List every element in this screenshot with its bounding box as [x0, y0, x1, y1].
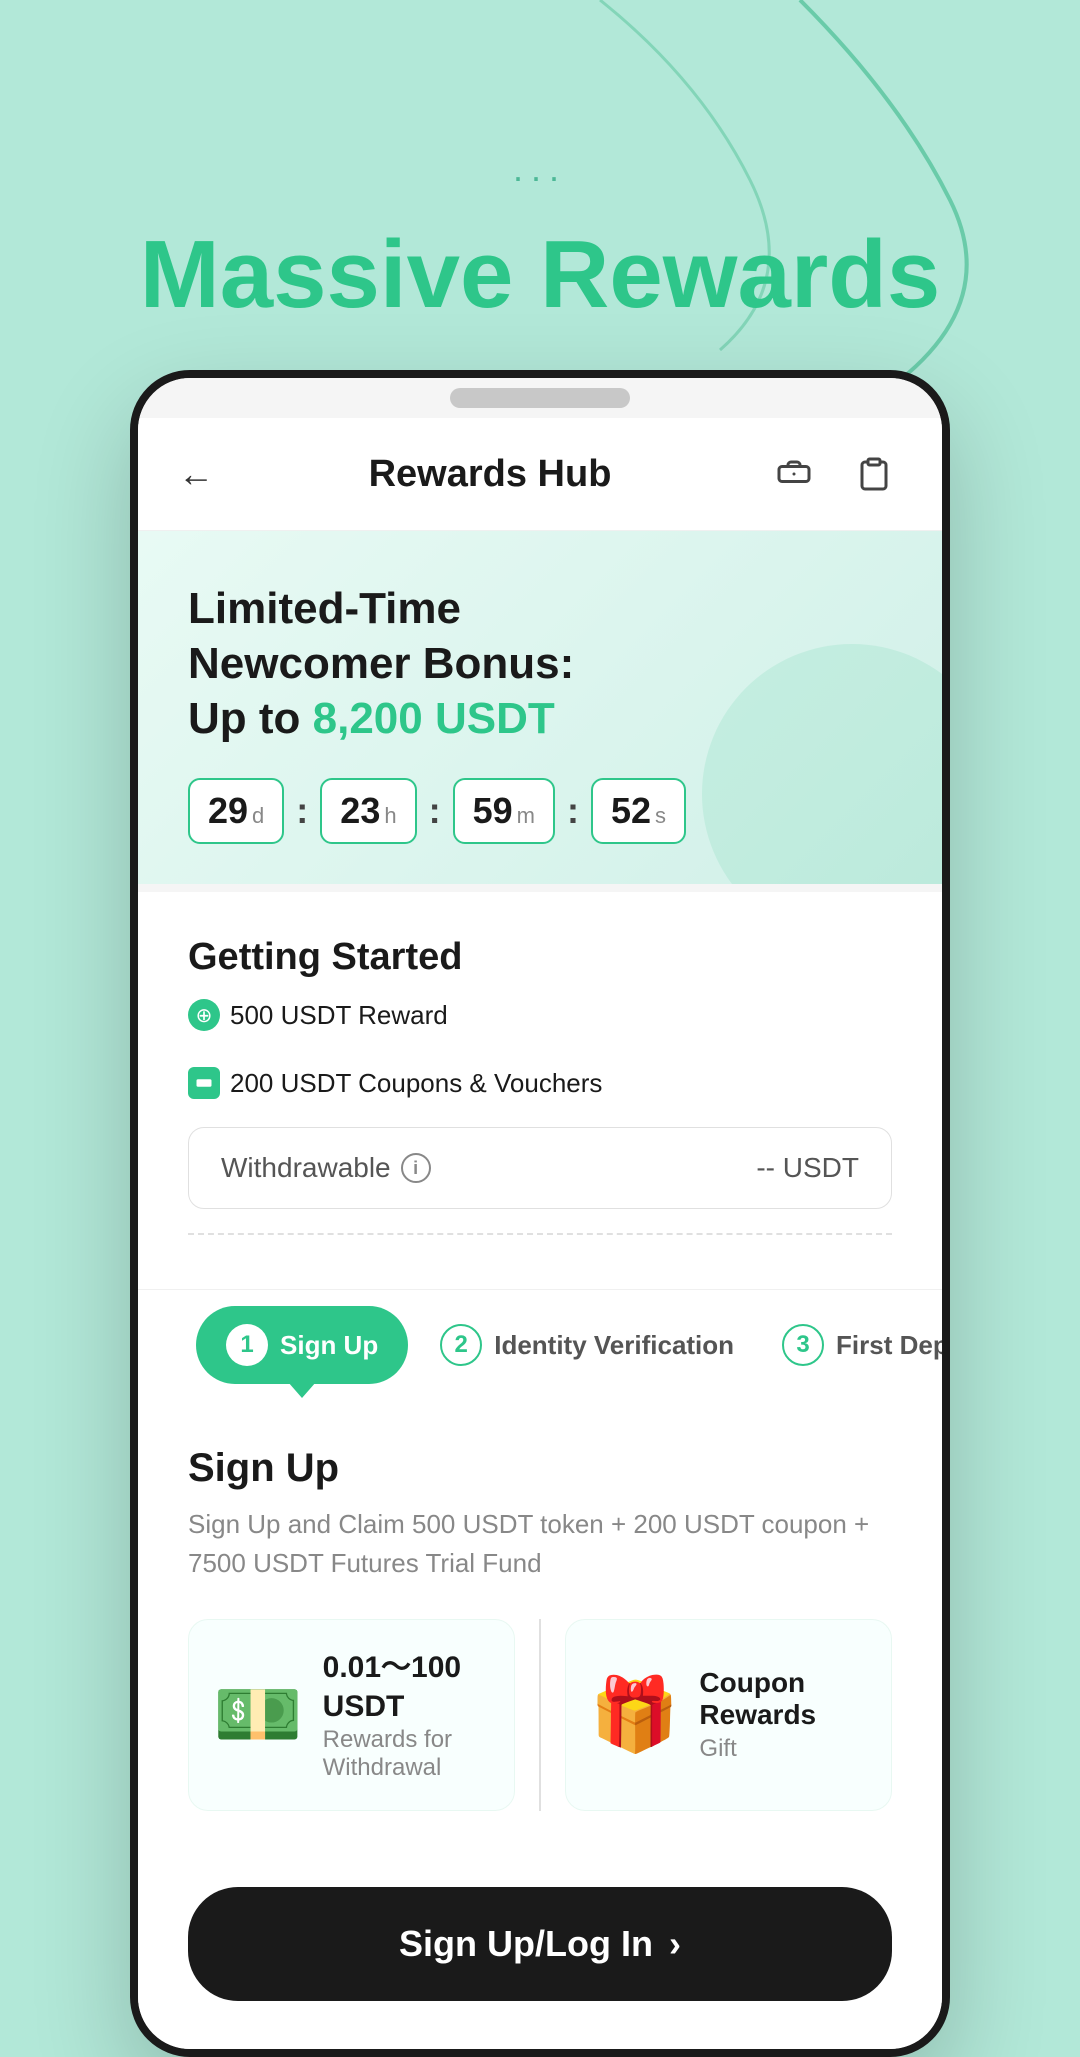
reward-card-2-emoji: 🎁	[590, 1679, 680, 1751]
reward-card-1-sub: Rewards for Withdrawal	[323, 1726, 491, 1782]
countdown-sep-2: :	[429, 790, 441, 832]
reward-badge-2: 200 USDT Coupons & Vouchers	[188, 1067, 602, 1099]
reward-card-1-emoji: 💵	[213, 1679, 303, 1751]
reward-card-2-name: CouponRewards	[699, 1667, 867, 1731]
reward-cards: 💵 0.01～100USDT Rewards for Withdrawal 🎁 …	[188, 1619, 892, 1811]
cta-arrow-icon: ›	[669, 1923, 681, 1965]
step-label-1: Sign Up	[280, 1330, 378, 1361]
step-tab-signup[interactable]: 1 Sign Up	[196, 1306, 408, 1384]
reward-badges: ⊕ 500 USDT Reward 200 USDT Coupons & Vou…	[188, 999, 892, 1099]
status-bar	[138, 378, 942, 418]
reward-card-1-info: 0.01～100USDT Rewards for Withdrawal	[323, 1648, 491, 1782]
reward-card-2: 🎁 CouponRewards Gift	[565, 1619, 892, 1811]
signup-login-button[interactable]: Sign Up/Log In ›	[188, 1887, 892, 2001]
reward-icon-2	[188, 1067, 220, 1099]
header-icons	[766, 446, 902, 502]
reward-badge-1: ⊕ 500 USDT Reward	[188, 999, 448, 1031]
step-tab-deposit[interactable]: 3 First Deposit	[758, 1296, 942, 1394]
reward-icon-1: ⊕	[188, 999, 220, 1031]
ticket-icon-button[interactable]	[766, 446, 822, 502]
getting-started-section: Getting Started ⊕ 500 USDT Reward 200 US…	[138, 884, 942, 1289]
withdrawable-label: Withdrawable i	[221, 1152, 431, 1184]
countdown-seconds: 52 s	[591, 778, 686, 844]
bottom-cta: Sign Up/Log In ›	[138, 1855, 942, 2049]
withdrawable-card: Withdrawable i -- USDT	[188, 1127, 892, 1209]
clipboard-icon-button[interactable]	[846, 446, 902, 502]
steps-tabs: 1 Sign Up 2 Identity Verification 3 Firs…	[138, 1289, 942, 1400]
cta-label: Sign Up/Log In	[399, 1923, 653, 1965]
step-number-1: 1	[226, 1324, 268, 1366]
countdown-sep-1: :	[296, 790, 308, 832]
reward-card-2-sub: Gift	[699, 1735, 867, 1763]
phone-mockup: ← Rewards Hub Limited-Time Newcomer	[130, 370, 950, 2057]
reward-card-1: 💵 0.01～100USDT Rewards for Withdrawal	[188, 1619, 515, 1811]
headline-section: Massive Rewards	[0, 0, 1080, 370]
divider	[188, 1233, 892, 1235]
getting-started-title: Getting Started	[188, 936, 892, 979]
main-headline: Massive Rewards	[0, 220, 1080, 330]
countdown-sep-3: :	[567, 790, 579, 832]
withdrawable-value: -- USDT	[756, 1152, 859, 1184]
signup-description: Sign Up and Claim 500 USDT token + 200 U…	[188, 1505, 892, 1583]
step-number-3: 3	[782, 1324, 824, 1366]
step-number-2: 2	[440, 1324, 482, 1366]
page-title: Rewards Hub	[369, 453, 612, 496]
countdown-hours: 23 h	[320, 778, 416, 844]
countdown-days: 29 d	[188, 778, 284, 844]
status-bar-pill	[450, 388, 630, 408]
back-button[interactable]: ←	[178, 453, 214, 495]
countdown-minutes: 59 m	[453, 778, 555, 844]
reward-card-1-amount: 0.01～100USDT	[323, 1648, 491, 1726]
step-label-2: Identity Verification	[494, 1330, 734, 1361]
app-header: ← Rewards Hub	[138, 418, 942, 531]
card-divider	[539, 1619, 541, 1811]
info-icon[interactable]: i	[401, 1153, 431, 1183]
signup-title: Sign Up	[188, 1446, 892, 1491]
step-label-3: First Deposit	[836, 1330, 942, 1361]
step-tab-identity[interactable]: 2 Identity Verification	[416, 1296, 758, 1394]
banner-section: Limited-Time Newcomer Bonus: Up to 8,200…	[138, 531, 942, 884]
signup-content: Sign Up Sign Up and Claim 500 USDT token…	[138, 1402, 942, 1855]
reward-card-2-info: CouponRewards Gift	[699, 1667, 867, 1763]
